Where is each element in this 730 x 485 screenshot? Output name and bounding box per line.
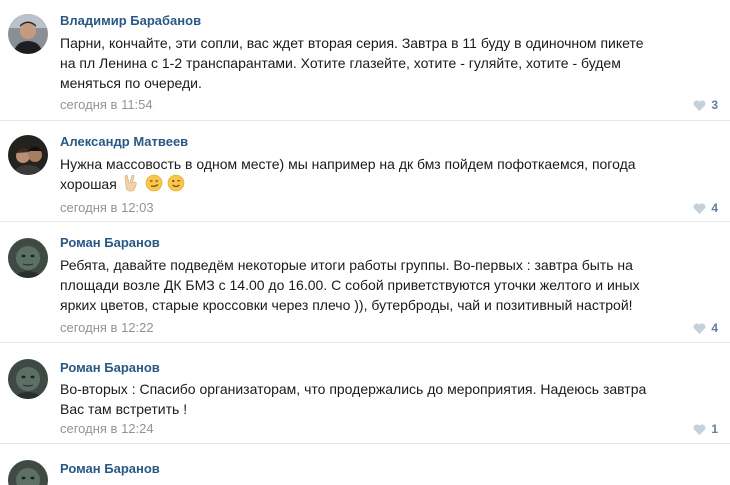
avatar[interactable] (8, 359, 48, 399)
heart-icon (693, 322, 706, 334)
comment-text-line: хорошая (60, 176, 117, 192)
comment-text-line: Нужна массовость в одном месте) мы напри… (60, 156, 636, 172)
comment-text-line: площади возле ДК БМЗ с 14.00 до 16.00. С… (60, 277, 640, 293)
comment-text: Парни, кончайте, эти сопли, вас ждет вто… (60, 33, 720, 93)
comment-text: Ребята, давайте подведём некоторые итоги… (60, 255, 720, 315)
wink-face-icon (168, 174, 185, 192)
smirk-face-icon (145, 174, 162, 192)
like-count: 4 (711, 201, 718, 215)
heart-icon (693, 202, 706, 214)
like-count: 1 (711, 422, 718, 436)
avatar[interactable] (8, 460, 48, 485)
like-button[interactable]: 4 (693, 201, 718, 215)
comment-text-line: Вас там встретить ! (60, 401, 188, 417)
avatar[interactable] (8, 238, 48, 278)
comment-author[interactable]: Роман Баранов (60, 235, 160, 250)
like-button[interactable]: 4 (693, 321, 718, 335)
like-button[interactable]: 3 (693, 98, 718, 112)
comment-author[interactable]: Владимир Барабанов (60, 13, 201, 28)
comment-item: Александр Матвеев Нужна массовость в одн… (0, 121, 730, 222)
comment-author[interactable]: Роман Баранов (60, 461, 160, 476)
comment-item: Владимир Барабанов Парни, кончайте, эти … (0, 0, 730, 121)
heart-icon (693, 423, 706, 435)
comment-text-line: Ребята, давайте подведём некоторые итоги… (60, 257, 633, 273)
comment-timestamp[interactable]: сегодня в 11:54 (60, 97, 153, 112)
heart-icon (693, 99, 706, 111)
comment-text-line-with-emoji: хорошая (60, 174, 720, 194)
comment-timestamp[interactable]: сегодня в 12:03 (60, 200, 154, 215)
comment-timestamp[interactable]: сегодня в 12:22 (60, 320, 154, 335)
avatar[interactable] (8, 14, 48, 54)
comment-item: Роман Баранов (0, 444, 730, 485)
comment-text: Во-вторых : Спасибо организаторам, что п… (60, 379, 720, 419)
like-count: 3 (711, 98, 718, 112)
comment-text-line: ярких цветов, старые кроссовки через пле… (60, 297, 633, 313)
comment-text-line: меняться по очереди. (60, 75, 202, 91)
comment-feed: Владимир Барабанов Парни, кончайте, эти … (0, 0, 730, 485)
comment-author[interactable]: Александр Матвеев (60, 134, 188, 149)
like-button[interactable]: 1 (693, 422, 718, 436)
comment-timestamp[interactable]: сегодня в 12:24 (60, 421, 154, 436)
comment-text: Нужна массовость в одном месте) мы напри… (60, 154, 720, 194)
like-count: 4 (711, 321, 718, 335)
avatar[interactable] (8, 135, 48, 175)
victory-hand-icon (124, 174, 137, 192)
comment-author[interactable]: Роман Баранов (60, 360, 160, 375)
comment-text-line: на пл Ленина с 1-2 транспарантами. Хотит… (60, 55, 621, 71)
comment-text-line: Парни, кончайте, эти сопли, вас ждет вто… (60, 35, 644, 51)
comment-item: Роман Баранов Ребята, давайте подведём н… (0, 222, 730, 343)
comment-item: Роман Баранов Во-вторых : Спасибо органи… (0, 343, 730, 444)
comment-text-line: Во-вторых : Спасибо организаторам, что п… (60, 381, 647, 397)
